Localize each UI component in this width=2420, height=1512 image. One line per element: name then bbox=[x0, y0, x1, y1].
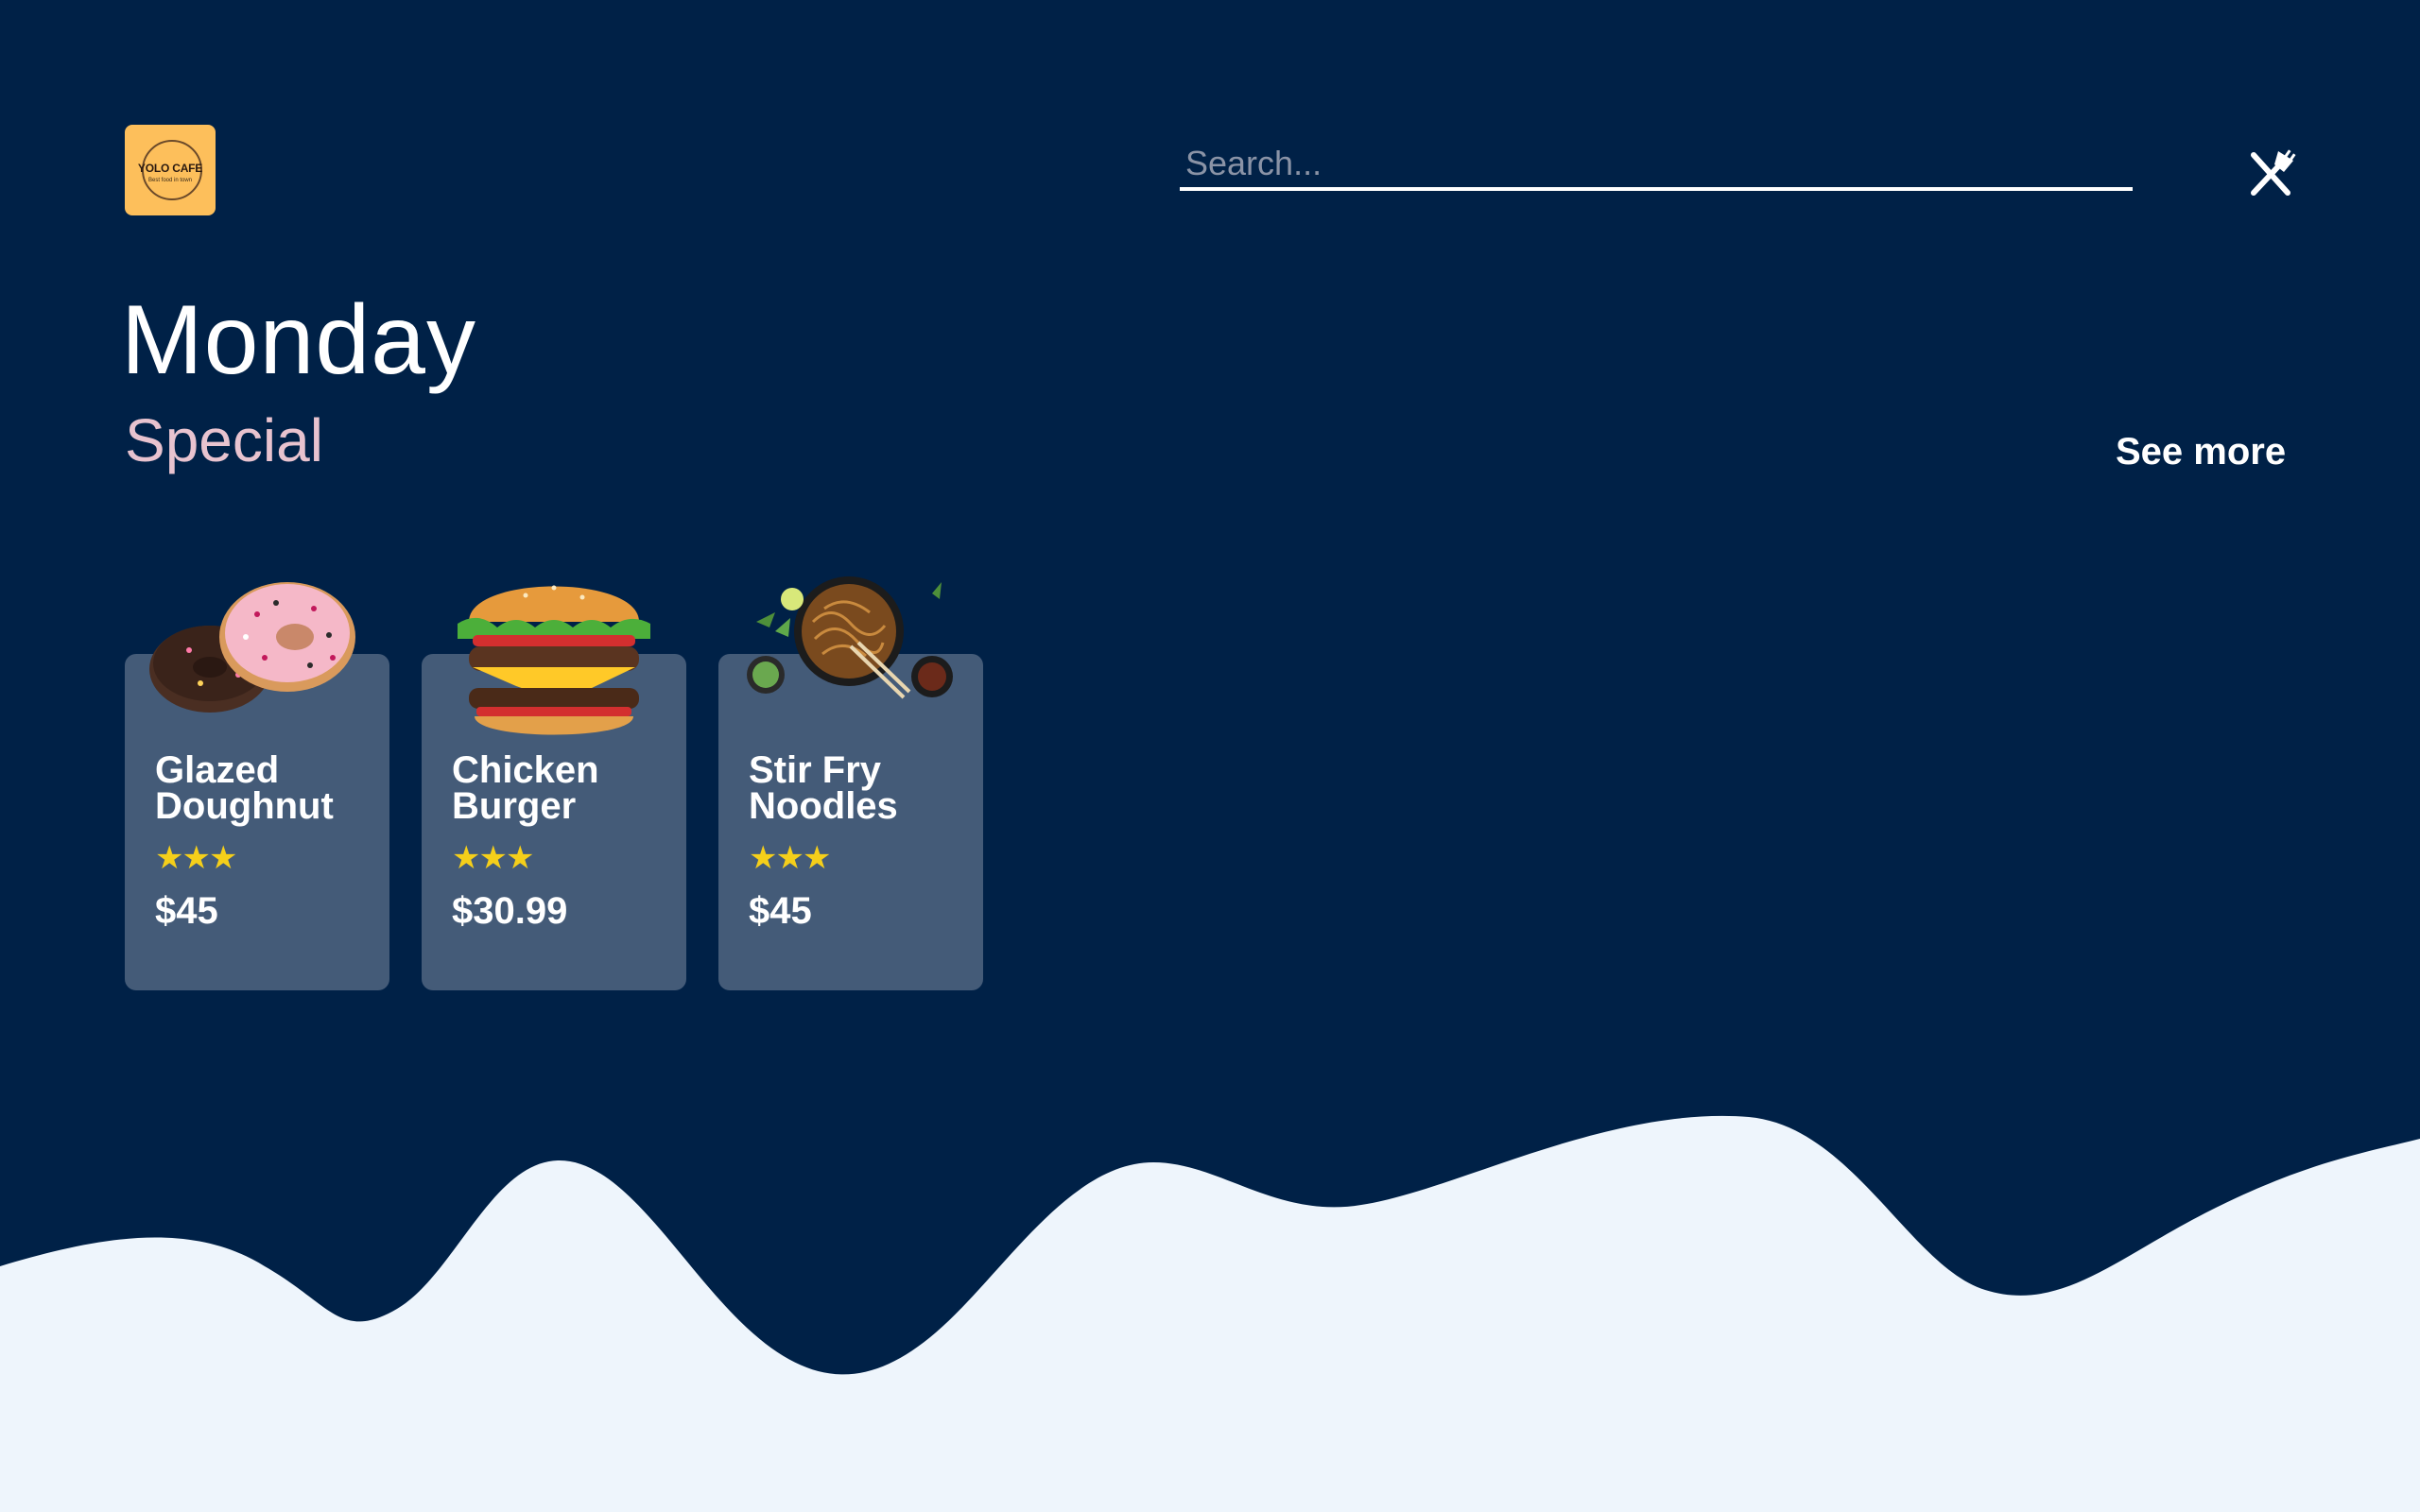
card-title: Stir Fry Noodles bbox=[749, 749, 976, 827]
card-price: $45 bbox=[155, 890, 218, 932]
card-title: Chicken Burger bbox=[452, 749, 679, 827]
card-title-line: Glazed bbox=[155, 749, 280, 791]
menu-card[interactable]: Chicken Burger ★★★ $30.99 bbox=[422, 585, 686, 990]
day-title: Monday bbox=[121, 285, 476, 395]
card-price: $45 bbox=[749, 890, 812, 932]
cafe-logo[interactable]: YOLO CAFE Best food in town bbox=[125, 125, 216, 215]
burger-image bbox=[458, 585, 650, 735]
card-title-line: Doughnut bbox=[155, 785, 334, 827]
card-price: $30.99 bbox=[452, 890, 568, 932]
menu-card[interactable]: Glazed Doughnut ★★★ $45 bbox=[125, 582, 389, 990]
card-title: Glazed Doughnut bbox=[155, 749, 382, 827]
rating-stars: ★★★ bbox=[749, 840, 831, 876]
page: YOLO CAFE Best food in town Monday Speci… bbox=[0, 0, 2420, 1512]
utensils-icon[interactable] bbox=[2244, 147, 2297, 200]
logo-subtext: Best food in town bbox=[147, 178, 193, 183]
card-title-line: Chicken bbox=[452, 749, 599, 791]
menu-card[interactable]: Stir Fry Noodles ★★★ $45 bbox=[718, 576, 983, 990]
noodles-image bbox=[747, 576, 953, 699]
logo-text: YOLO CAFE bbox=[137, 162, 203, 175]
rating-stars: ★★★ bbox=[155, 840, 237, 876]
background-wave bbox=[0, 1115, 2420, 1512]
rating-stars: ★★★ bbox=[452, 840, 534, 876]
card-title-line: Stir Fry bbox=[749, 749, 882, 791]
section-subtitle: Special bbox=[125, 406, 323, 474]
card-title-line: Burger bbox=[452, 785, 577, 827]
card-title-line: Noodles bbox=[749, 785, 898, 827]
search-input[interactable] bbox=[1180, 140, 2133, 191]
see-more-link[interactable]: See more bbox=[2116, 431, 2286, 473]
doughnut-image bbox=[149, 582, 355, 713]
